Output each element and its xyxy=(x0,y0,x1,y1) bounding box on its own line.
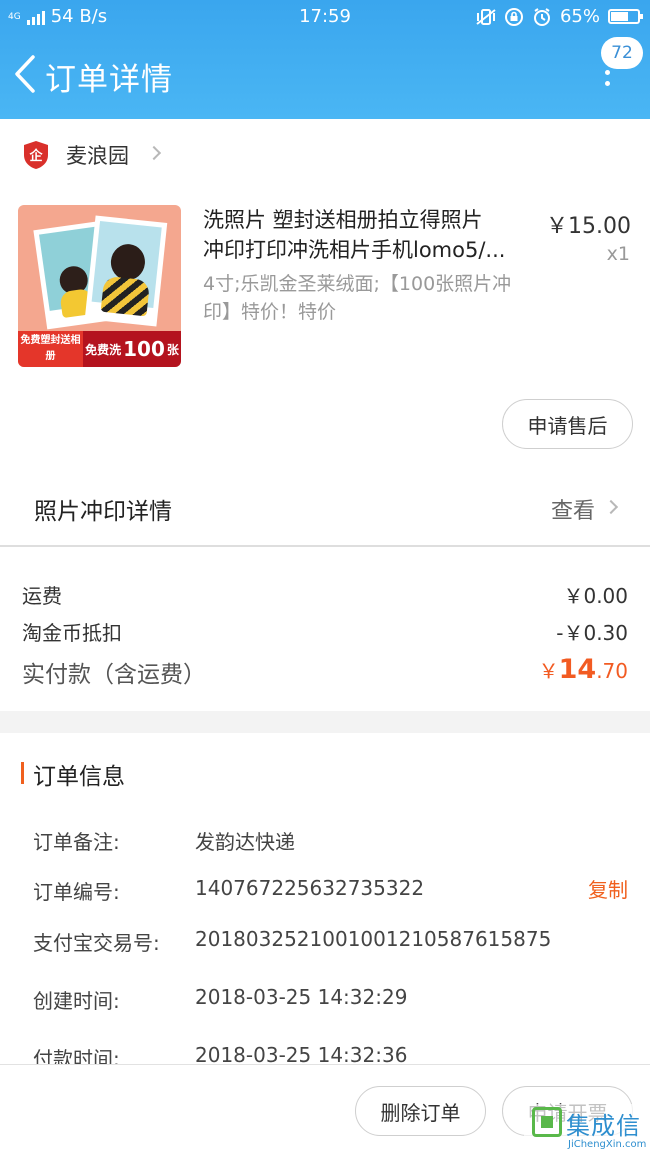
back-button[interactable] xyxy=(8,52,42,96)
order-note-value: 发韵达快递 xyxy=(195,830,295,854)
site-watermark: 集成信 JiChengXin.com xyxy=(524,1104,650,1155)
created-time-value: 2018-03-25 14:32:29 xyxy=(195,985,408,1009)
watermark-logo-icon xyxy=(532,1107,562,1137)
total-paid-value: ￥14.70 xyxy=(539,654,628,685)
chevron-left-icon xyxy=(15,55,35,93)
status-right: 65% xyxy=(476,6,643,27)
app-header: 4G 54 B/s 17:59 65% 订单详情 72 xyxy=(0,0,650,119)
total-currency: ￥ xyxy=(538,659,559,683)
battery-percent: 65% xyxy=(559,6,600,27)
product-sku: 4寸;乐凯金圣莱绒面;【100张照片冲印】特价！特价 xyxy=(203,273,512,323)
print-details-label: 照片冲印详情 xyxy=(34,499,172,525)
after-sale-button[interactable]: 申请售后 xyxy=(502,399,633,449)
product-title-line1: 洗照片 塑封送相册拍立得照片 xyxy=(203,208,483,232)
more-vertical-icon xyxy=(605,70,610,92)
status-bar: 4G 54 B/s 17:59 65% xyxy=(0,0,650,34)
battery-fill xyxy=(611,12,628,21)
alipay-trade-number-value: 2018032521001001210587615875 xyxy=(195,927,552,951)
order-info-title: 订单信息 xyxy=(33,764,125,790)
watermark-domain: JiChengXin.com xyxy=(568,1139,647,1150)
enterprise-shield-icon: 企 xyxy=(24,141,48,169)
product-title[interactable]: 洗照片 塑封送相册拍立得照片 冲印打印冲洗相片手机lomo5/... xyxy=(203,205,533,265)
page-title: 订单详情 xyxy=(45,62,173,98)
more-menu-button[interactable] xyxy=(592,40,622,96)
battery-icon xyxy=(608,9,643,24)
alipay-trade-number-label: 支付宝交易号: xyxy=(33,931,160,955)
alarm-icon xyxy=(533,7,550,26)
vibrate-icon xyxy=(476,8,496,25)
total-integer: 14 xyxy=(558,654,597,685)
svg-text:企: 企 xyxy=(28,148,43,164)
promo-free-laminate: 免费塑封送相册 xyxy=(18,331,83,367)
copy-order-number-button[interactable]: 复制 xyxy=(588,874,628,903)
product-title-line2: 冲印打印冲洗相片手机lomo5/... xyxy=(203,238,506,262)
created-time-label: 创建时间: xyxy=(33,989,120,1013)
product-quantity: x1 xyxy=(606,243,630,265)
promo-number: 100 xyxy=(123,337,165,361)
coin-discount-value: -￥0.30 xyxy=(556,621,628,645)
total-paid-label: 实付款（含运费） xyxy=(22,662,206,688)
shop-name[interactable]: 麦浪园 xyxy=(66,140,129,170)
watermark-text: 集成信 xyxy=(566,1112,641,1140)
section-accent-bar xyxy=(21,762,24,784)
shipping-value: ￥0.00 xyxy=(563,584,628,608)
polaroid-photo-2 xyxy=(84,215,168,327)
promo-suffix: 张 xyxy=(166,342,179,357)
print-details-view-link[interactable]: 查看 xyxy=(551,493,595,525)
total-decimal: .70 xyxy=(596,659,628,683)
order-note-label: 订单备注: xyxy=(33,830,120,854)
coin-discount-label: 淘金币抵扣 xyxy=(22,621,122,645)
shipping-label: 运费 xyxy=(22,584,62,608)
product-price: ￥15.00 xyxy=(546,214,631,239)
promo-free-print: 免费洗 100 张 xyxy=(83,331,181,367)
rotation-lock-icon xyxy=(504,7,523,26)
promo-prefix: 免费洗 xyxy=(85,342,122,357)
order-number-label: 订单编号: xyxy=(33,880,120,904)
product-thumbnail[interactable]: 免费塑封送相册 免费洗 100 张 xyxy=(18,205,181,367)
order-number-value: 140767225632735322 xyxy=(195,876,425,900)
delete-order-button[interactable]: 删除订单 xyxy=(355,1086,486,1136)
